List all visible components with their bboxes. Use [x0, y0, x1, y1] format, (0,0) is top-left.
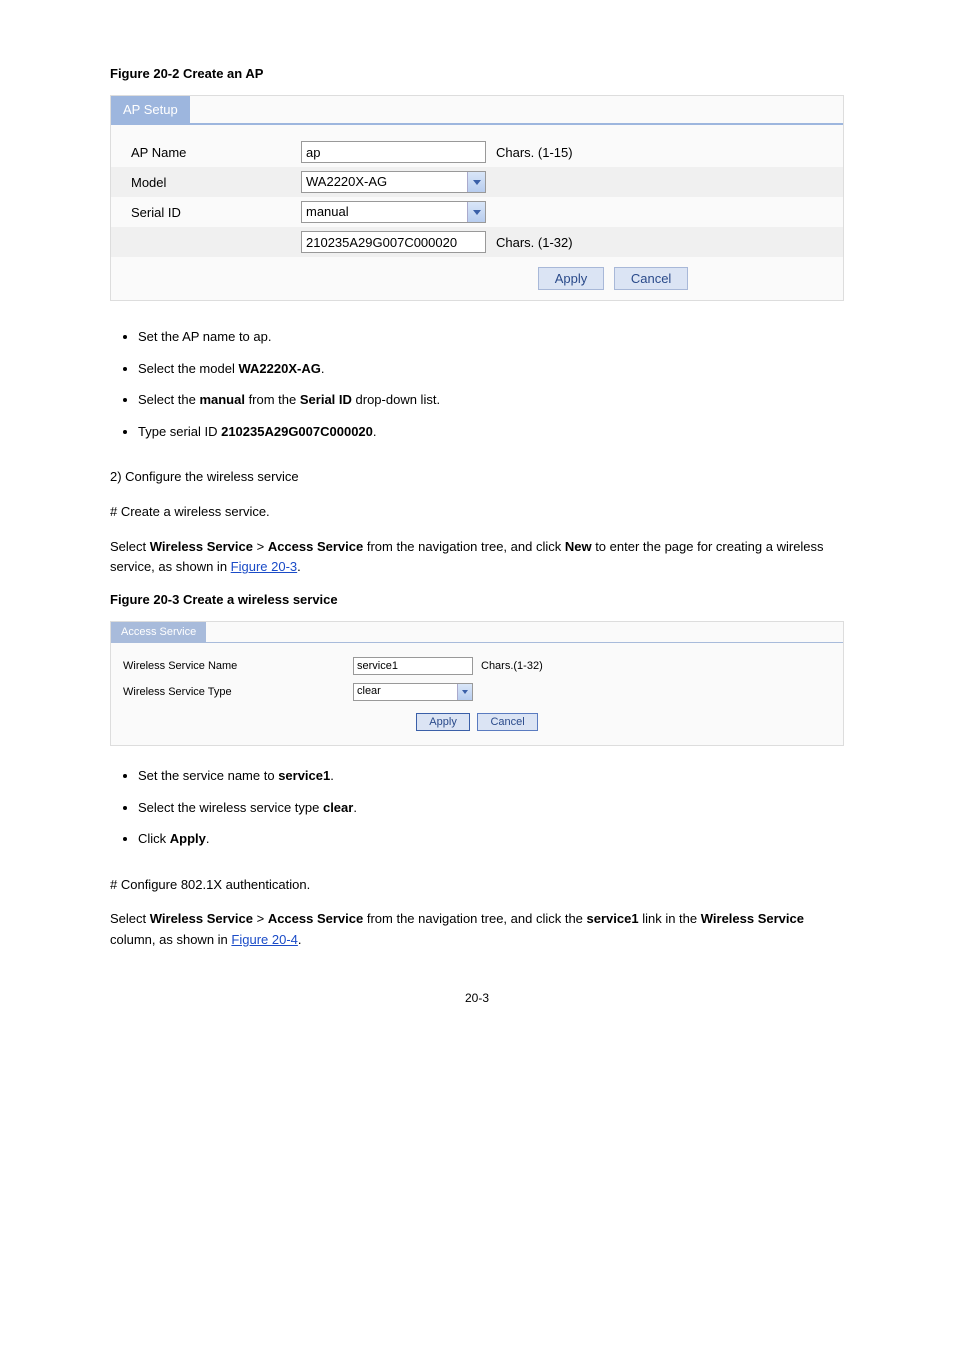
- ap-name-label: AP Name: [131, 145, 301, 160]
- figure-1-caption: Figure 20-2 Create an AP: [110, 66, 844, 81]
- service-type-label: Wireless Service Type: [123, 686, 353, 698]
- ap-name-row: AP Name Chars. (1-15): [111, 137, 843, 167]
- step2-nav: Select Wireless Service > Access Service…: [110, 537, 844, 579]
- cancel-button[interactable]: Cancel: [614, 267, 688, 290]
- list-item: Select the model WA2220X-AG.: [138, 353, 844, 385]
- ap-name-hint: Chars. (1-15): [496, 145, 573, 160]
- list-item: Set the AP name to ap.: [138, 321, 844, 353]
- service-type-row: Wireless Service Type clear: [111, 679, 843, 705]
- serial-value-row: Chars. (1-32): [111, 227, 843, 257]
- serial-id-input[interactable]: [301, 231, 486, 253]
- ap-name-input[interactable]: [301, 141, 486, 163]
- apply-button[interactable]: Apply: [416, 713, 470, 731]
- step2-heading: 2) Configure the wireless service: [110, 467, 844, 488]
- ap-setup-tab[interactable]: AP Setup: [111, 96, 190, 123]
- service-type-select[interactable]: clear: [353, 683, 473, 701]
- chevron-down-icon: [467, 202, 485, 222]
- model-row: Model WA2220X-AG: [111, 167, 843, 197]
- access-service-screenshot: Access Service Wireless Service Name Cha…: [110, 621, 844, 746]
- step2-number: # Create a wireless service.: [110, 502, 844, 523]
- ap-setup-screenshot: AP Setup AP Name Chars. (1-15) Model WA2…: [110, 95, 844, 301]
- service-name-row: Wireless Service Name Chars.(1-32): [111, 653, 843, 679]
- model-select[interactable]: WA2220X-AG: [301, 171, 486, 193]
- bullet-list-2: Set the service name to service1. Select…: [110, 760, 844, 855]
- serial-label: Serial ID: [131, 205, 301, 220]
- step3-number: # Configure 802.1X authentication.: [110, 875, 844, 896]
- chevron-down-icon: [457, 684, 472, 700]
- list-item: Click Apply.: [138, 823, 844, 855]
- list-item: Type serial ID 210235A29G007C000020.: [138, 416, 844, 448]
- model-label: Model: [131, 175, 301, 190]
- serial-hint: Chars. (1-32): [496, 235, 573, 250]
- cancel-button[interactable]: Cancel: [477, 713, 537, 731]
- service-name-input[interactable]: [353, 657, 473, 675]
- page-number: 20-3: [110, 991, 844, 1005]
- list-item: Select the manual from the Serial ID dro…: [138, 384, 844, 416]
- figure-2-caption: Figure 20-3 Create a wireless service: [110, 592, 844, 607]
- serial-mode-row: Serial ID manual: [111, 197, 843, 227]
- service-name-label: Wireless Service Name: [123, 660, 353, 672]
- figure-20-3-link[interactable]: Figure 20-3: [231, 559, 297, 574]
- access-service-tab[interactable]: Access Service: [111, 622, 206, 642]
- list-item: Select the wireless service type clear.: [138, 792, 844, 824]
- bullet-list-1: Set the AP name to ap. Select the model …: [110, 321, 844, 447]
- chevron-down-icon: [467, 172, 485, 192]
- list-item: Set the service name to service1.: [138, 760, 844, 792]
- serial-mode-select[interactable]: manual: [301, 201, 486, 223]
- service-name-hint: Chars.(1-32): [481, 660, 543, 672]
- figure-20-4-link[interactable]: Figure 20-4: [231, 932, 297, 947]
- step3-nav: Select Wireless Service > Access Service…: [110, 909, 844, 951]
- apply-button[interactable]: Apply: [538, 267, 605, 290]
